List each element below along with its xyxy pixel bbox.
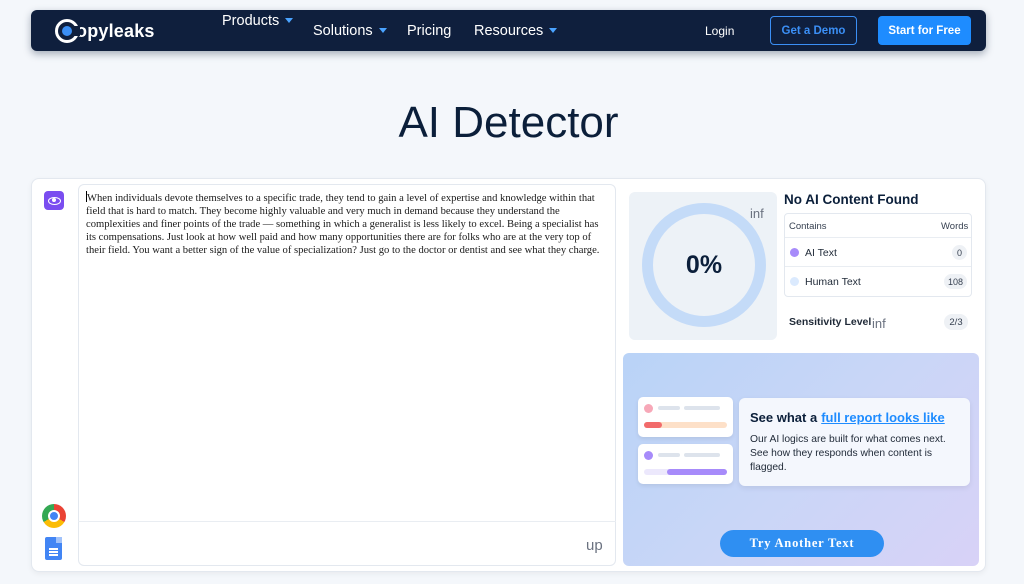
input-text[interactable]: When individuals devote themselves to a … — [86, 191, 610, 257]
sensitivity-artifact: inf — [872, 316, 886, 331]
chevron-down-icon — [285, 18, 294, 23]
nav-solutions-label: Solutions — [313, 22, 373, 39]
mini-line — [684, 406, 720, 410]
try-another-text-button[interactable]: Try Another Text — [720, 530, 884, 557]
ai-text-label: AI Text — [805, 247, 837, 259]
eye-shape — [47, 196, 61, 205]
table-header-contains: Contains — [789, 221, 827, 232]
mini-line — [658, 406, 680, 410]
sensitivity-value[interactable]: 2/3 — [944, 314, 968, 330]
mini-line — [658, 453, 680, 457]
sensitivity-label: Sensitivity Level — [789, 316, 872, 328]
editor-footer-label: up — [586, 537, 603, 554]
nav-products[interactable]: Products — [222, 0, 294, 41]
logo-text: opyleaks — [76, 20, 155, 41]
ai-text-dot — [790, 248, 799, 257]
mini-report-card-human — [638, 444, 733, 484]
result-title: No AI Content Found — [784, 192, 919, 207]
nav-resources-label: Resources — [474, 22, 544, 39]
doc-line — [49, 548, 58, 550]
promo-text: Our AI logics are built for what comes n… — [750, 434, 946, 473]
table-divider — [785, 237, 971, 238]
mini-bar-fill — [644, 422, 662, 428]
get-demo-button[interactable]: Get a Demo — [770, 16, 857, 45]
doc-line — [49, 551, 58, 553]
score-value: 0% — [685, 250, 723, 279]
mini-line — [684, 453, 720, 457]
human-text-count: 108 — [944, 274, 967, 289]
mini-bar-fill — [667, 469, 727, 475]
nav-solutions[interactable]: Solutions — [313, 10, 387, 51]
mini-dot — [644, 451, 653, 460]
chevron-down-icon — [378, 28, 387, 33]
mini-dot — [644, 404, 653, 413]
start-free-button[interactable]: Start for Free — [878, 16, 971, 45]
doc-line — [49, 554, 58, 556]
copyleaks-logo[interactable]: opyleaks — [55, 19, 155, 43]
score-artifact: inf — [750, 206, 764, 221]
login-link[interactable]: Login — [705, 10, 734, 51]
promo-title: See what a full report looks like — [750, 410, 945, 425]
human-text-label: Human Text — [805, 276, 861, 288]
score-ring: 0% — [642, 203, 766, 327]
table-divider — [785, 266, 971, 267]
logo-c-icon — [55, 19, 80, 43]
chevron-down-icon — [549, 28, 558, 33]
google-docs-icon[interactable] — [45, 537, 62, 560]
nav-pricing-label: Pricing — [407, 22, 452, 39]
nav-products-label: Products — [222, 12, 280, 29]
human-text-dot — [790, 277, 799, 286]
mini-report-card-ai — [638, 397, 733, 437]
nav-pricing[interactable]: Pricing — [407, 10, 451, 51]
full-report-link[interactable]: full report looks like — [821, 410, 945, 425]
chrome-icon[interactable] — [42, 504, 66, 528]
page-title: AI Detector — [398, 98, 619, 147]
editor-footer-divider — [78, 521, 616, 522]
eye-icon[interactable] — [44, 191, 64, 210]
promo-title-prefix: See what a — [750, 410, 818, 425]
ai-text-count: 0 — [952, 245, 967, 260]
table-header-words: Words — [941, 221, 969, 232]
nav-resources[interactable]: Resources — [474, 10, 558, 51]
